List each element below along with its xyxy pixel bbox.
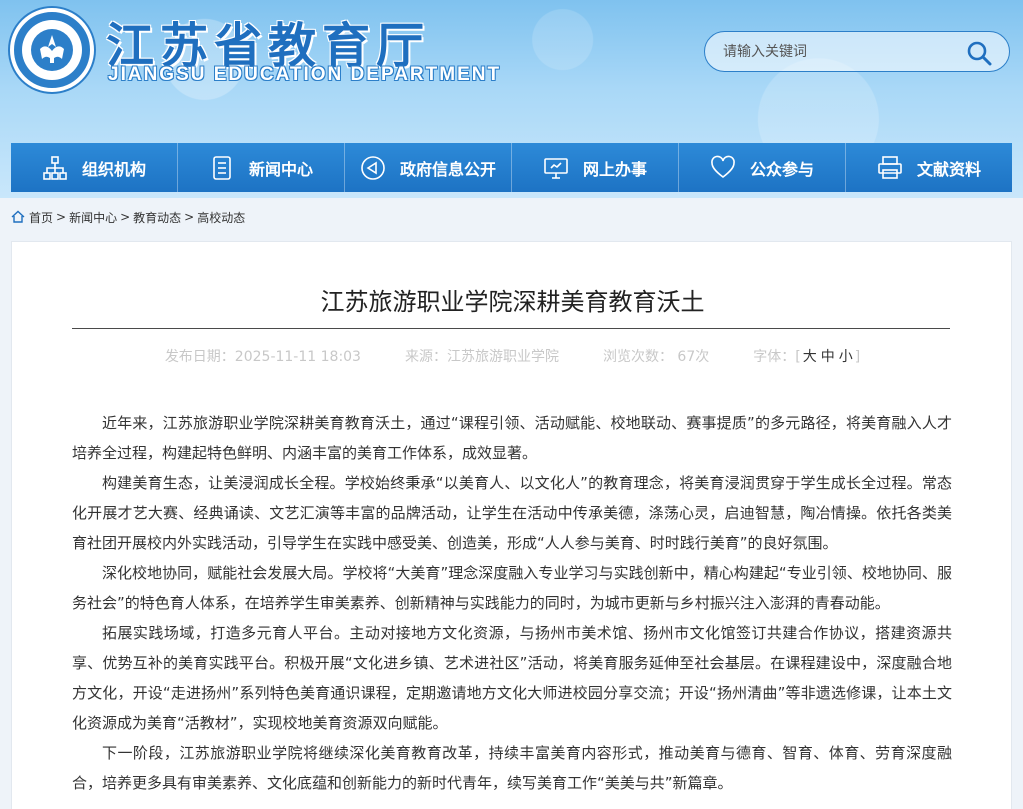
- font-size-switcher: 字体：[大中小]: [753, 346, 860, 366]
- search-icon: [967, 41, 992, 66]
- article-paragraph: 近年来，江苏旅游职业学院深耕美育教育沃土，通过“课程引领、活动赋能、校地联动、赛…: [72, 414, 952, 462]
- site-subtitle: JIANGSU EDUCATION DEPARTMENT: [108, 64, 502, 85]
- search-input[interactable]: [723, 41, 953, 63]
- search-box: [704, 31, 1010, 72]
- article-paragraph: 深化校地协同，赋能社会发展大局。学校将“大美育”理念深度融入专业学习与实践创新中…: [72, 564, 952, 612]
- monitor-icon: [544, 157, 568, 179]
- publish-date: 发布日期：2025-11-11 18:03: [164, 349, 361, 365]
- nav-label: 政府信息公开: [399, 159, 496, 179]
- font-size-close: ]: [854, 349, 861, 365]
- nav-label: 网上办事: [582, 159, 647, 179]
- megaphone-icon: [361, 155, 385, 180]
- font-large-button[interactable]: 大: [803, 349, 817, 365]
- font-medium-button[interactable]: 中: [821, 349, 835, 365]
- font-size-label: 字体：[: [753, 349, 801, 365]
- breadcrumb-news-center[interactable]: 新闻中心: [69, 209, 117, 226]
- site-logo[interactable]: [10, 8, 94, 92]
- nav-item-literature[interactable]: 文献资料: [846, 143, 1012, 192]
- article-body: 近年来，江苏旅游职业学院深耕美育教育沃土，通过“课程引领、活动赋能、校地联动、赛…: [72, 408, 952, 798]
- nav-item-online-service[interactable]: 网上办事: [512, 143, 679, 192]
- nav-label: 组织机构: [81, 159, 146, 179]
- heart-icon: [711, 155, 735, 178]
- nav-item-news[interactable]: 新闻中心: [178, 143, 345, 192]
- nav-item-organization[interactable]: 组织机构: [11, 143, 178, 192]
- main-nav: 组织机构 新闻中心 政府信息公开 网上办事 公众参与 文献资料: [11, 143, 1012, 192]
- nav-label: 文献资料: [916, 159, 981, 179]
- breadcrumb-home[interactable]: 首页: [29, 209, 53, 226]
- logo-emblem: [22, 20, 82, 80]
- article-paragraph: 下一阶段，江苏旅游职业学院将继续深化美育教育改革，持续丰富美育内容形式，推动美育…: [72, 744, 952, 792]
- view-count: 浏览次数： 67次: [602, 349, 710, 365]
- article-source: 来源：江苏旅游职业学院: [404, 349, 559, 365]
- search-button[interactable]: [965, 39, 993, 67]
- breadcrumb-separator: >: [120, 210, 131, 224]
- article-paragraph: 构建美育生态，让美浸润成长全程。学校始终秉承“以美育人、以文化人”的教育理念，将…: [72, 474, 952, 552]
- emblem-icon: [31, 29, 73, 71]
- breadcrumb-separator: >: [184, 210, 195, 224]
- nav-label: 公众参与: [749, 159, 814, 179]
- article-meta: 发布日期：2025-11-11 18:03 来源：江苏旅游职业学院 浏览次数： …: [12, 346, 1013, 366]
- org-chart-icon: [43, 155, 67, 180]
- breadcrumb-education-news[interactable]: 教育动态: [133, 209, 181, 226]
- article-paragraph: 拓展实践场域，打造多元育人平台。主动对接地方文化资源，与扬州市美术馆、扬州市文化…: [72, 624, 952, 732]
- breadcrumb-separator: >: [56, 210, 67, 224]
- document-icon: [213, 155, 231, 180]
- nav-label: 新闻中心: [248, 159, 313, 179]
- nav-item-gov-info[interactable]: 政府信息公开: [345, 143, 512, 192]
- article-panel: 江苏旅游职业学院深耕美育教育沃土 发布日期：2025-11-11 18:03 来…: [11, 241, 1012, 809]
- breadcrumb-university-news[interactable]: 高校动态: [197, 209, 245, 226]
- title-divider: [72, 328, 950, 329]
- nav-item-public-participation[interactable]: 公众参与: [679, 143, 846, 192]
- breadcrumb: 首页 > 新闻中心 > 教育动态 > 高校动态: [11, 207, 245, 227]
- printer-icon: [878, 155, 902, 179]
- font-small-button[interactable]: 小: [839, 349, 853, 365]
- article-title: 江苏旅游职业学院深耕美育教育沃土: [320, 288, 705, 316]
- home-icon: [11, 210, 25, 223]
